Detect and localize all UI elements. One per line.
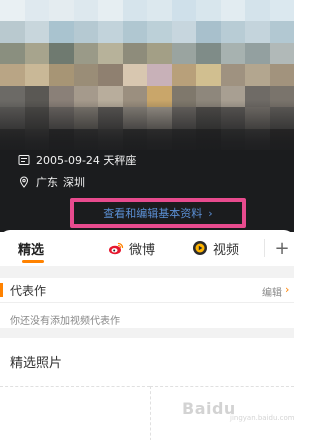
- add-tab-plus-icon[interactable]: +: [270, 232, 294, 264]
- representative-works-section: 代表作 编辑 › 你还没有添加视频代表作: [0, 278, 294, 328]
- profile-header: 2005-09-24 天秤座 广东 深圳 查看和编辑基本资料 ›: [0, 0, 294, 232]
- weibo-icon: [109, 242, 124, 255]
- baidu-jingyan-watermark: Baidu jingyan.baidu.com: [182, 390, 295, 426]
- view-edit-profile-button[interactable]: 查看和编辑基本资料 ›: [70, 198, 246, 228]
- active-tab-indicator: [22, 260, 44, 263]
- watermark-subtext: jingyan.baidu.com: [230, 414, 295, 422]
- tab-featured-label: 精选: [18, 242, 45, 258]
- view-edit-profile-label: 查看和编辑基本资料: [103, 207, 203, 220]
- location-city: 深圳: [63, 176, 85, 189]
- featured-photos-title: 精选照片: [10, 356, 63, 371]
- location-province: 广东: [36, 176, 58, 189]
- representative-empty-text: 你还没有添加视频代表作: [10, 316, 120, 327]
- profile-tab-bar: 精选 微博 视频 +: [0, 230, 294, 266]
- tab-video[interactable]: 视频: [192, 230, 239, 266]
- representative-edit-link[interactable]: 编辑: [262, 284, 282, 299]
- birthdate-row: 2005-09-24 天秤座: [18, 152, 136, 168]
- video-icon: [193, 241, 207, 255]
- birthdate-text: 2005-09-24 天秤座: [36, 154, 137, 167]
- photo-slot[interactable]: [0, 386, 150, 440]
- chevron-right-icon[interactable]: ›: [285, 283, 289, 296]
- chevron-right-icon: ›: [208, 206, 213, 220]
- representative-works-title: 代表作: [10, 284, 47, 298]
- tab-weibo-label: 微博: [129, 242, 156, 258]
- section-accent-bar: [0, 283, 3, 297]
- location-row: 广东 深圳: [18, 174, 85, 190]
- tab-weibo[interactable]: 微博: [108, 230, 155, 266]
- location-pin-icon: [19, 176, 29, 188]
- tab-video-label: 视频: [213, 242, 240, 258]
- watermark-logo-text: Baidu: [182, 398, 236, 418]
- id-card-icon: [18, 155, 30, 165]
